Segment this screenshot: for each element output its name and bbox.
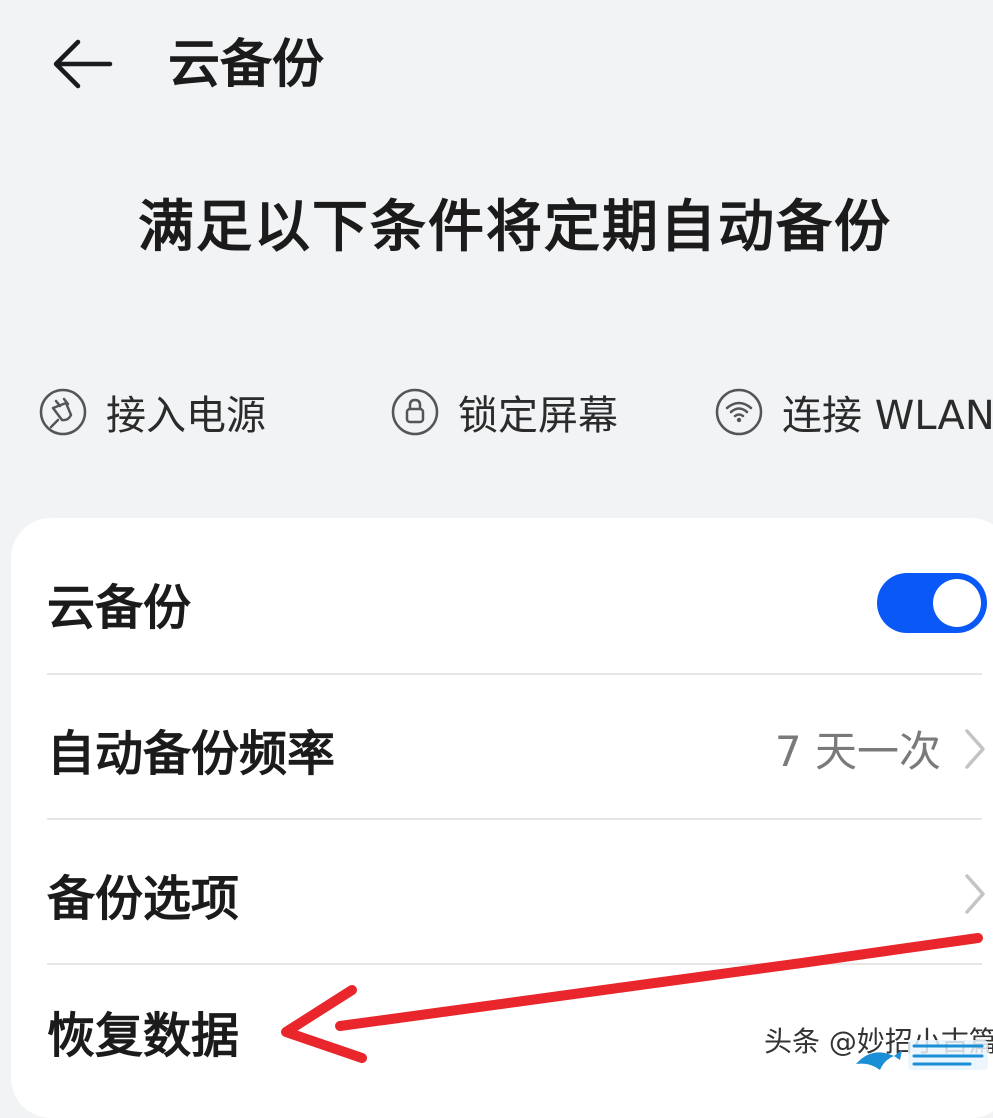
backup-frequency-label: 自动备份频率 — [47, 725, 336, 782]
chevron-right-icon — [965, 873, 985, 914]
backup-frequency-row[interactable]: 自动备份频率 7 天一次 — [47, 676, 987, 821]
cloud-backup-row: 云备份 — [47, 530, 987, 675]
chevron-right-icon — [965, 728, 985, 769]
backup-options-row[interactable]: 备份选项 — [47, 821, 987, 966]
condition-wlan: 连接 WLAN — [714, 380, 993, 444]
condition-label: 接入电源 — [106, 393, 266, 439]
divider — [47, 818, 982, 820]
condition-lock: 锁定屏幕 — [390, 380, 618, 444]
condition-power: 接入电源 — [38, 380, 266, 444]
lock-icon — [391, 388, 439, 436]
cloud-backup-label: 云备份 — [47, 579, 192, 636]
backup-options-label: 备份选项 — [47, 870, 240, 927]
toggle-knob — [933, 578, 981, 627]
cloud-backup-toggle[interactable] — [877, 572, 987, 633]
backup-frequency-value: 7 天一次 — [774, 727, 941, 776]
power-plug-icon — [39, 388, 87, 436]
backup-conditions-heading: 满足以下条件将定期自动备份 — [138, 195, 892, 260]
condition-label: 锁定屏幕 — [458, 393, 618, 439]
page-title: 云备份 — [168, 35, 325, 95]
app-header: 云备份 — [0, 0, 993, 130]
wifi-icon — [715, 388, 763, 436]
site-logo — [856, 1040, 988, 1070]
divider — [47, 673, 982, 675]
back-button[interactable] — [48, 34, 116, 94]
condition-label: 连接 WLAN — [782, 393, 993, 439]
arrow-left-icon — [53, 39, 113, 89]
backup-conditions: 接入电源 锁定屏幕 连接 WLAN — [0, 380, 993, 444]
restore-data-label: 恢复数据 — [47, 1007, 240, 1064]
